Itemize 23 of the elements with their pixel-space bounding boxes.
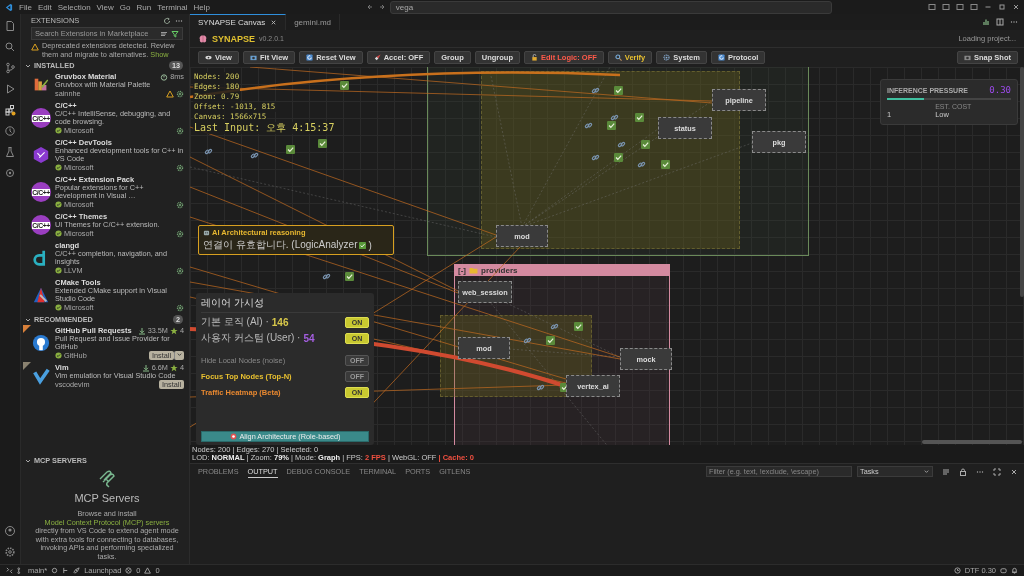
pressure-value: 0.30 [989, 85, 1011, 95]
editor-tab[interactable]: gemini.md [286, 14, 341, 30]
mcp-heading: MCP Servers [74, 492, 140, 504]
layer-label: 사용자 커스텀 (User) · [201, 331, 301, 345]
panel-title: 레이어 가시성 [201, 296, 369, 313]
app-title: SYNAPSE [212, 33, 255, 44]
menu-item[interactable]: Edit [37, 2, 52, 12]
menu-item[interactable]: Terminal [157, 2, 188, 12]
collapse-toggle[interactable]: [-] [458, 266, 466, 275]
menu-item[interactable]: File [19, 2, 32, 12]
group-title: providers [481, 266, 518, 275]
layer-count: 54 [303, 332, 315, 344]
closing-paren: ) [368, 239, 372, 251]
menu-item[interactable]: Go [119, 2, 131, 12]
menu-item[interactable]: Help [193, 2, 210, 12]
menu-item[interactable]: Selection [57, 2, 91, 12]
menu-item[interactable]: Run [136, 2, 152, 12]
menu-item[interactable]: View [96, 2, 114, 12]
tooltip-text: 연결이 유효합니다. (LogicAnalyzer [203, 238, 358, 252]
command-center-field[interactable]: vega [389, 0, 832, 14]
layer-count: 146 [271, 316, 289, 328]
layer-label: 기본 로직 (AI) · [201, 315, 269, 329]
editor-tab[interactable]: SYNAPSE Canvas [190, 14, 287, 30]
